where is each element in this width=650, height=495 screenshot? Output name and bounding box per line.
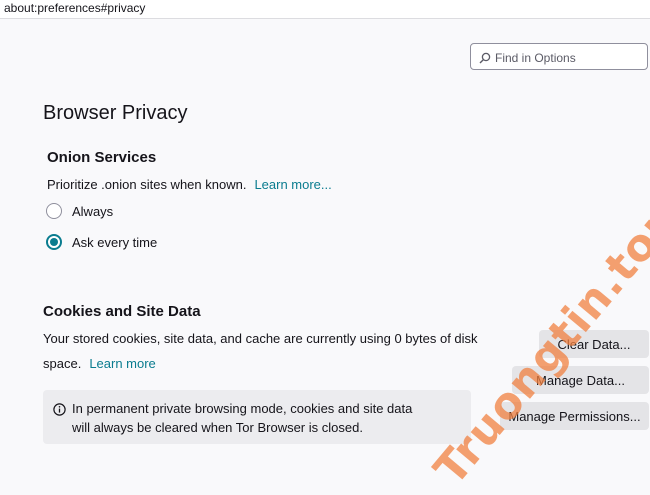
radio-ask-every-time-label[interactable]: Ask every time: [72, 235, 157, 250]
onion-description-text: Prioritize .onion sites when known.: [47, 177, 247, 192]
onion-learn-more-link[interactable]: Learn more...: [254, 177, 331, 192]
radio-ask-every-time[interactable]: [46, 234, 62, 250]
info-icon: [53, 403, 66, 416]
manage-data-button[interactable]: Manage Data...: [512, 366, 649, 394]
radio-always[interactable]: [46, 203, 62, 219]
radio-option-always[interactable]: Always: [46, 201, 113, 221]
info-line-1: In permanent private browsing mode, cook…: [72, 401, 413, 416]
info-line-2: will always be cleared when Tor Browser …: [72, 420, 363, 435]
radio-option-ask-every-time[interactable]: Ask every time: [46, 232, 157, 252]
url-text[interactable]: about:preferences#privacy: [4, 0, 145, 16]
radio-always-label[interactable]: Always: [72, 204, 113, 219]
page-title: Browser Privacy: [43, 102, 188, 124]
find-in-options-search[interactable]: [470, 43, 648, 70]
manage-permissions-button[interactable]: Manage Permissions...: [500, 402, 649, 430]
onion-services-heading: Onion Services: [47, 149, 157, 166]
cookies-learn-more-link[interactable]: Learn more: [89, 356, 155, 371]
onion-services-description: Prioritize .onion sites when known. Learn…: [47, 177, 332, 192]
info-text: In permanent private browsing mode, cook…: [72, 399, 452, 437]
private-browsing-info-box: In permanent private browsing mode, cook…: [43, 390, 471, 444]
cookies-heading: Cookies and Site Data: [43, 303, 201, 320]
cookies-description-line1: Your stored cookies, site data, and cach…: [43, 331, 478, 346]
clear-data-button[interactable]: Clear Data...: [539, 330, 649, 358]
cookies-description-end: space.: [43, 356, 82, 371]
url-bar[interactable]: about:preferences#privacy: [0, 0, 650, 19]
cookies-description-line2: space. Learn more: [43, 356, 156, 371]
search-icon: [479, 52, 491, 64]
search-input[interactable]: [493, 48, 647, 68]
